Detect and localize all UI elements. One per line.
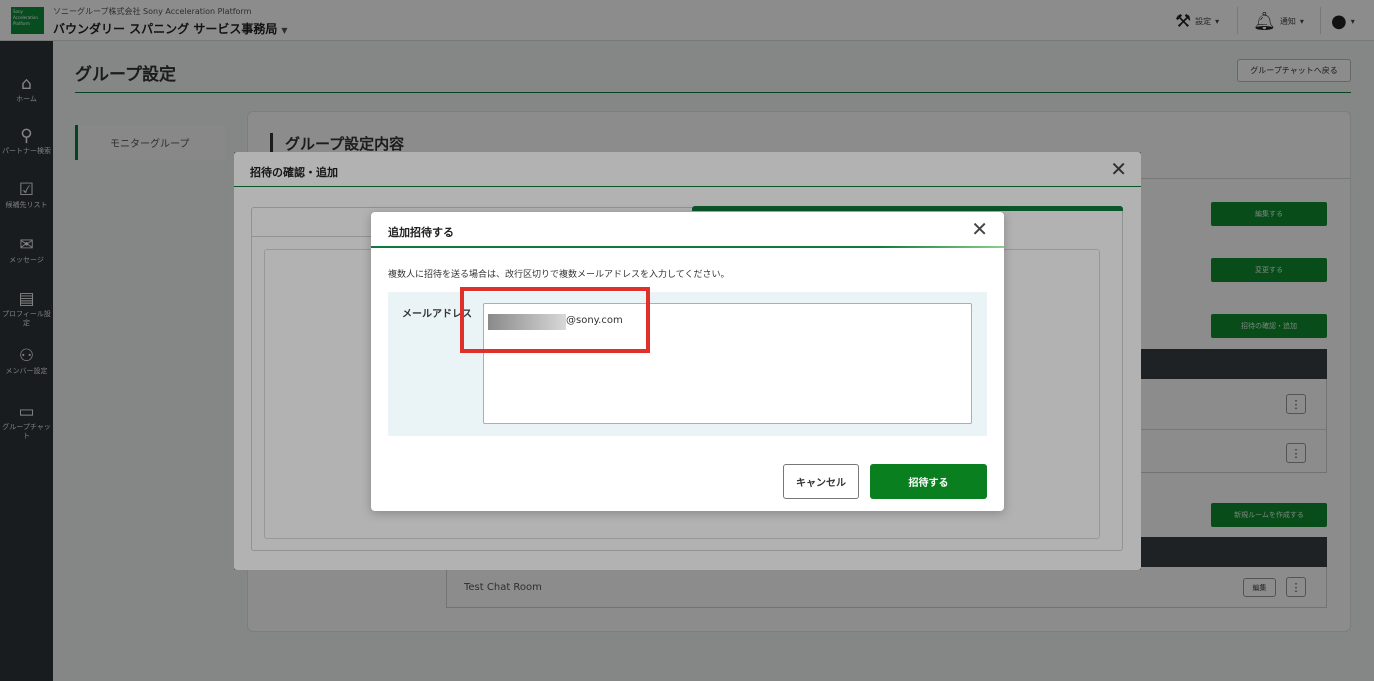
close-icon[interactable]: ✕	[971, 217, 988, 241]
invite-button[interactable]: 招待する	[870, 464, 987, 499]
divider	[371, 246, 1004, 248]
add-invite-dialog: 追加招待する ✕ 複数人に招待を送る場合は、改行区切りで複数メールアドレスを入力…	[371, 212, 1004, 511]
dialog-description: 複数人に招待を送る場合は、改行区切りで複数メールアドレスを入力してください。	[388, 270, 730, 280]
cancel-button[interactable]: キャンセル	[783, 464, 859, 499]
dialog-title: 追加招待する	[388, 226, 454, 239]
annotation-highlight-box	[460, 287, 650, 353]
